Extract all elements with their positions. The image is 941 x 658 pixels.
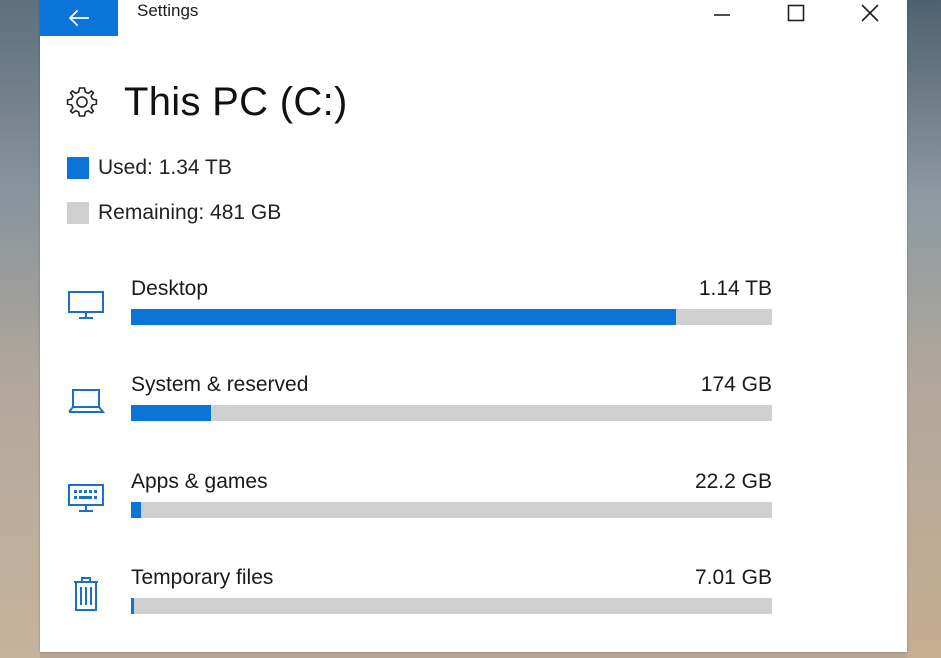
settings-window: Settings This PC (C:) Used: 1.34 TB Rema… xyxy=(40,0,907,652)
desktop-background-left xyxy=(0,0,40,658)
desktop-background-right xyxy=(907,0,941,658)
remaining-legend: Remaining: 481 GB xyxy=(67,200,281,226)
maximize-button[interactable] xyxy=(768,0,824,26)
used-legend: Used: 1.34 TB xyxy=(67,155,232,181)
title-bar: Settings xyxy=(40,0,907,36)
page-header: This PC (C:) xyxy=(64,76,348,128)
used-label: Used: 1.34 TB xyxy=(98,156,232,179)
usage-bar-fill xyxy=(131,502,141,518)
usage-bar-fill xyxy=(131,598,134,614)
category-size: 174 GB xyxy=(700,373,772,396)
category-label: Apps & games xyxy=(131,470,268,493)
arrow-left-icon xyxy=(68,9,90,27)
usage-bar xyxy=(131,598,772,614)
minimize-icon xyxy=(713,4,731,22)
category-size: 1.14 TB xyxy=(698,277,772,300)
category-size: 7.01 GB xyxy=(694,566,772,589)
gear-icon xyxy=(64,84,100,120)
keyboard-monitor-icon xyxy=(64,476,108,520)
used-swatch xyxy=(67,157,89,179)
category-desktop[interactable]: Desktop 1.14 TB xyxy=(64,277,784,347)
remaining-label: Remaining: 481 GB xyxy=(98,201,282,224)
category-label: Desktop xyxy=(131,277,209,300)
back-button[interactable] xyxy=(40,0,118,36)
monitor-icon xyxy=(64,283,108,327)
category-system-reserved[interactable]: System & reserved 174 GB xyxy=(64,373,784,443)
usage-bar-fill xyxy=(131,309,676,325)
category-label: Temporary files xyxy=(131,566,274,589)
usage-bar xyxy=(131,405,772,421)
app-title: Settings xyxy=(137,1,199,20)
category-apps-games[interactable]: Apps & games 22.2 GB xyxy=(64,470,784,540)
close-button[interactable] xyxy=(842,0,898,26)
usage-bar-fill xyxy=(131,405,211,421)
category-size: 22.2 GB xyxy=(694,470,772,493)
usage-bar xyxy=(131,502,772,518)
trash-icon xyxy=(64,572,108,616)
category-temporary-files[interactable]: Temporary files 7.01 GB xyxy=(64,566,784,636)
close-icon xyxy=(860,3,880,23)
minimize-button[interactable] xyxy=(694,0,750,26)
category-label: System & reserved xyxy=(131,373,309,396)
laptop-icon xyxy=(64,379,108,423)
remaining-swatch xyxy=(67,202,89,224)
page-title: This PC (C:) xyxy=(124,79,348,124)
maximize-icon xyxy=(787,4,805,22)
usage-bar xyxy=(131,309,772,325)
